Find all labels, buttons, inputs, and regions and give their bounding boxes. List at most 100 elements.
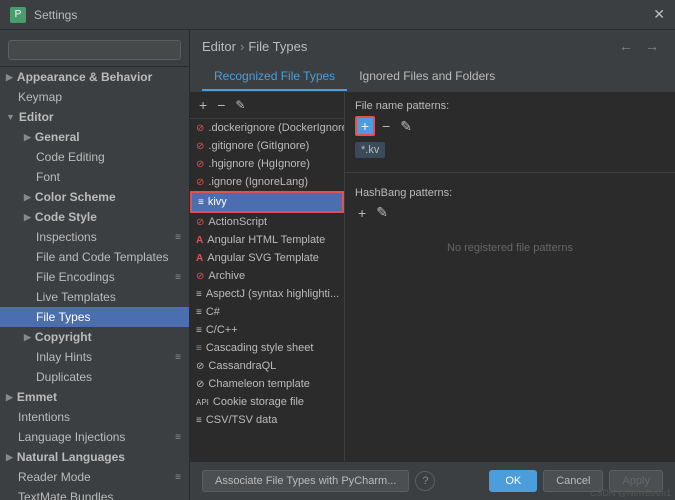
sidebar-item-copyright[interactable]: ▶ Copyright — [0, 327, 189, 347]
list-item[interactable]: ⊘ .hgignore (HgIgnore) — [190, 155, 344, 173]
list-item-kivy[interactable]: ≡ kivy — [190, 191, 344, 213]
sidebar-item-live-templates[interactable]: Live Templates — [0, 287, 189, 307]
tabs-bar: Recognized File Types Ignored Files and … — [190, 63, 675, 92]
sidebar-item-reader-mode[interactable]: Reader Mode ≡ — [0, 467, 189, 487]
sidebar-label-emmet: Emmet — [17, 390, 57, 404]
file-item-label-kivy: kivy — [208, 196, 227, 208]
sidebar-item-general[interactable]: ▶ General — [0, 127, 189, 147]
list-item[interactable]: ⊘ .gitignore (GitIgnore) — [190, 137, 344, 155]
list-icon: ⊘ — [196, 379, 204, 390]
list-item[interactable]: ≡ C# — [190, 303, 344, 321]
list-item[interactable]: ⊘ ActionScript — [190, 213, 344, 231]
sidebar-label-file-encodings: File Encodings — [36, 270, 115, 284]
breadcrumb: Editor › File Types — [202, 39, 307, 54]
file-item-label: .ignore (IgnoreLang) — [208, 176, 308, 188]
edit-hashbang-button[interactable]: ✎ — [373, 203, 391, 222]
sidebar-label-duplicates: Duplicates — [36, 370, 92, 384]
main-content: ▶ Appearance & Behavior Keymap ▼ Editor … — [0, 30, 675, 500]
list-icon: ≡ — [196, 289, 202, 300]
add-pattern-button[interactable]: + — [355, 116, 375, 136]
sidebar-item-natural-languages[interactable]: ▶ Natural Languages — [0, 447, 189, 467]
sidebar-item-intentions[interactable]: Intentions — [0, 407, 189, 427]
sidebar-item-keymap[interactable]: Keymap — [0, 87, 189, 107]
hashbang-patterns-section: HashBang patterns: + ✎ No registered fil… — [345, 179, 675, 262]
sidebar-item-inlay-hints[interactable]: Inlay Hints ≡ — [0, 347, 189, 367]
list-item[interactable]: ⊘ Archive — [190, 267, 344, 285]
help-button[interactable]: ? — [415, 471, 435, 491]
nav-arrows: ← → — [615, 38, 663, 54]
tab-ignored-files[interactable]: Ignored Files and Folders — [347, 63, 507, 91]
list-item[interactable]: ⊘ CassandraQL — [190, 357, 344, 375]
list-icon: ≡ — [198, 197, 204, 208]
sidebar-item-textmate[interactable]: TextMate Bundles — [0, 487, 189, 500]
sidebar-item-file-templates[interactable]: File and Code Templates — [0, 247, 189, 267]
sidebar-label-appearance: Appearance & Behavior — [17, 70, 152, 84]
list-item[interactable]: A Angular HTML Template — [190, 231, 344, 249]
remove-file-type-button[interactable]: − — [214, 96, 228, 114]
sidebar-item-language-injections[interactable]: Language Injections ≡ — [0, 427, 189, 447]
sidebar-label-textmate: TextMate Bundles — [18, 490, 113, 500]
sidebar-item-duplicates[interactable]: Duplicates — [0, 367, 189, 387]
file-item-label: Cascading style sheet — [206, 342, 314, 354]
arrow-icon-code-style: ▶ — [24, 212, 31, 223]
edit-pattern-button[interactable]: ✎ — [397, 117, 415, 136]
arrow-icon-general: ▶ — [24, 132, 31, 143]
list-item[interactable]: ⊘ .dockerignore (DockerIgnore...) — [190, 119, 344, 137]
list-item[interactable]: ≡ C/C++ — [190, 321, 344, 339]
lang-injections-badge: ≡ — [175, 432, 181, 443]
sidebar-label-natural-languages: Natural Languages — [17, 450, 125, 464]
sidebar-item-emmet[interactable]: ▶ Emmet — [0, 387, 189, 407]
css-icon: ≡ — [196, 343, 202, 354]
sidebar-item-code-style[interactable]: ▶ Code Style — [0, 207, 189, 227]
pattern-item: *.kv — [355, 142, 385, 158]
sidebar-item-color-scheme[interactable]: ▶ Color Scheme — [0, 187, 189, 207]
add-file-type-button[interactable]: + — [196, 96, 210, 114]
panel-body: + − ✎ ⊘ .dockerignore (DockerIgnore...) … — [190, 92, 675, 461]
angular-icon: A — [196, 235, 203, 246]
tab-recognized-file-types[interactable]: Recognized File Types — [202, 63, 347, 91]
list-item[interactable]: ≡ CSV/TSV data — [190, 411, 344, 429]
title-bar: P Settings ✕ — [0, 0, 675, 30]
sidebar-item-font[interactable]: Font — [0, 167, 189, 187]
sidebar-item-file-types[interactable]: File Types — [0, 307, 189, 327]
arrow-icon: ▶ — [6, 72, 13, 83]
inspections-badge: ≡ — [175, 232, 181, 243]
file-item-label: .hgignore (HgIgnore) — [208, 158, 310, 170]
add-hashbang-button[interactable]: + — [355, 204, 369, 222]
edit-file-type-button[interactable]: ✎ — [232, 97, 248, 113]
close-button[interactable]: ✕ — [653, 6, 665, 23]
arrow-icon-color-scheme: ▶ — [24, 192, 31, 203]
list-item[interactable]: A Angular SVG Template — [190, 249, 344, 267]
sidebar-item-appearance[interactable]: ▶ Appearance & Behavior — [0, 67, 189, 87]
pattern-value: *.kv — [355, 142, 665, 158]
api-icon: API — [196, 398, 209, 407]
sidebar-item-file-encodings[interactable]: File Encodings ≡ — [0, 267, 189, 287]
file-item-label: Angular SVG Template — [207, 252, 319, 264]
file-item-label: CassandraQL — [208, 360, 276, 372]
list-item[interactable]: ≡ Cascading style sheet — [190, 339, 344, 357]
list-item[interactable]: ≡ AspectJ (syntax highlighti... — [190, 285, 344, 303]
search-input[interactable] — [8, 40, 181, 60]
file-item-label: Cookie storage file — [213, 396, 304, 408]
no-patterns-text: No registered file patterns — [355, 242, 665, 254]
sidebar-item-inspections[interactable]: Inspections ≡ — [0, 227, 189, 247]
back-button[interactable]: ← — [615, 38, 637, 54]
associate-button[interactable]: Associate File Types with PyCharm... — [202, 470, 409, 492]
list-item[interactable]: ⊘ .ignore (IgnoreLang) — [190, 173, 344, 191]
sidebar-item-editor[interactable]: ▼ Editor — [0, 107, 189, 127]
angular-icon: A — [196, 253, 203, 264]
sidebar-label-copyright: Copyright — [35, 330, 92, 344]
no-icon: ⊘ — [196, 159, 204, 170]
no-icon: ⊘ — [196, 123, 204, 134]
forward-button[interactable]: → — [641, 38, 663, 54]
remove-pattern-button[interactable]: − — [379, 117, 393, 135]
title-bar-left: P Settings — [10, 7, 77, 23]
app-icon: P — [10, 7, 26, 23]
file-item-label: Chameleon template — [208, 378, 310, 390]
arrow-icon-editor: ▼ — [6, 112, 15, 122]
list-item[interactable]: API Cookie storage file — [190, 393, 344, 411]
list-item[interactable]: ⊘ Chameleon template — [190, 375, 344, 393]
ok-button[interactable]: OK — [489, 470, 537, 492]
inlay-hints-badge: ≡ — [175, 352, 181, 363]
sidebar-item-code-editing[interactable]: Code Editing — [0, 147, 189, 167]
